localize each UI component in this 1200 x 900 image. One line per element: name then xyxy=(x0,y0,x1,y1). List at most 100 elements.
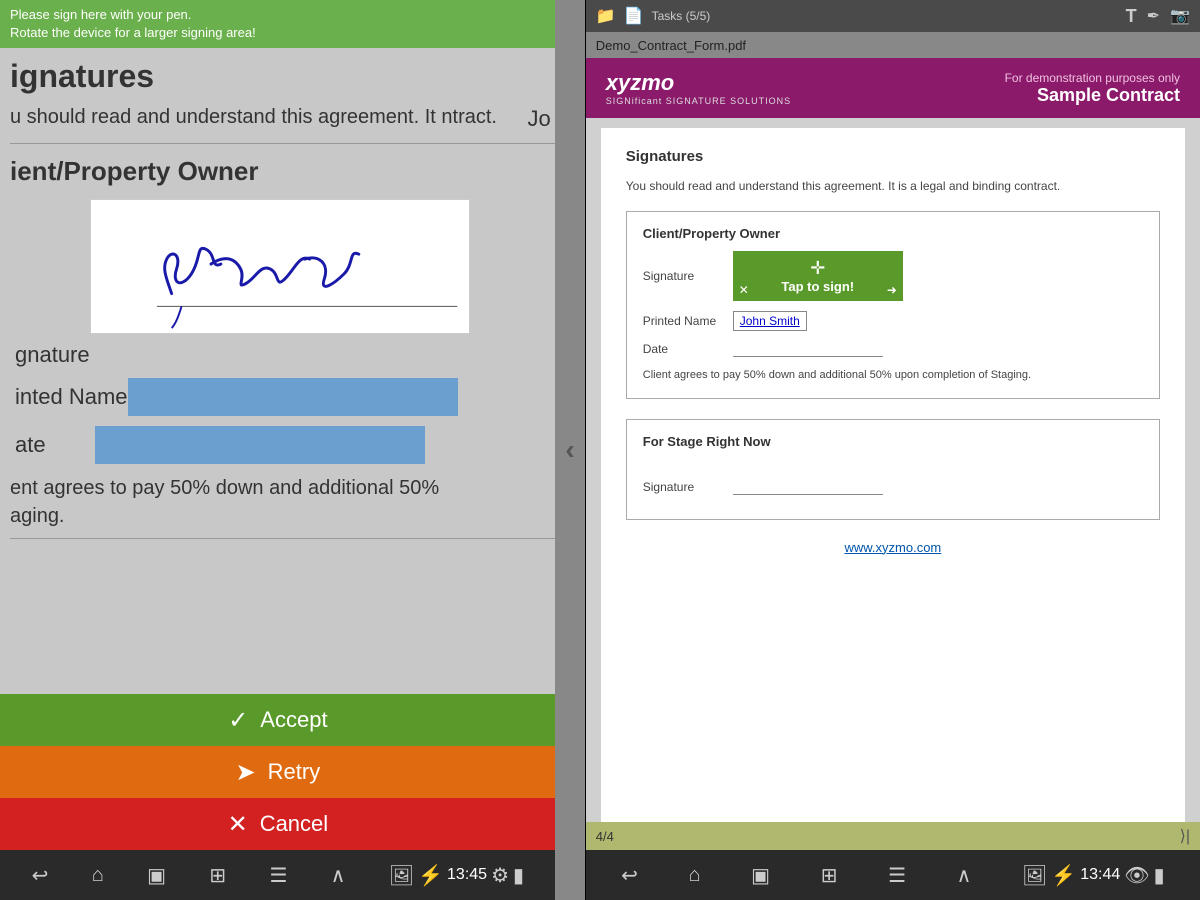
tap-label: Tap to sign! xyxy=(781,279,854,294)
retry-icon: ➤ xyxy=(236,758,256,787)
right-wifi-icon: ⚡ xyxy=(1051,863,1076,888)
left-panel: Please sign here with your pen. Rotate t… xyxy=(0,0,556,900)
left-divider2 xyxy=(10,538,556,539)
right-top-left-area: 📁 📄 Tasks (5/5) xyxy=(596,6,711,26)
checkmark-icon: ✓ xyxy=(228,706,248,735)
chevron-left-icon: ‹ xyxy=(565,434,574,466)
left-divider1 xyxy=(10,143,556,144)
stage-signature-label: Signature xyxy=(643,480,733,494)
left-section-title: ignatures xyxy=(10,58,556,95)
demo-note: For demonstration purposes only xyxy=(1005,71,1180,85)
home-icon[interactable]: ⌂ xyxy=(92,864,104,887)
date-row: Date xyxy=(643,341,1143,357)
window-icon[interactable]: ▣ xyxy=(147,863,166,888)
xyzmo-logo-text: xyzmo xyxy=(606,70,791,96)
close-icon: ✕ xyxy=(739,283,749,297)
left-signature-row: gnature xyxy=(10,342,556,368)
tasks-label: Tasks (5/5) xyxy=(652,9,711,23)
back-icon[interactable]: ↩ xyxy=(32,863,49,888)
panel-separator[interactable]: ‹ xyxy=(555,0,585,900)
stage-signature-line xyxy=(733,479,883,495)
page-indicator: 4/4 xyxy=(596,829,614,844)
left-signature-label: gnature xyxy=(15,342,95,368)
xyzmo-header-right: For demonstration purposes only Sample C… xyxy=(1005,71,1180,106)
signature-row: Signature ✛ Tap to sign! ✕ ➜ xyxy=(643,251,1143,301)
instruction-line2: Rotate the device for a larger signing a… xyxy=(10,24,546,42)
pen-icon: ✒ xyxy=(1147,6,1160,26)
left-action-buttons: ✓ Accept ➤ Retry ✕ Cancel xyxy=(0,694,556,850)
text-icon: T xyxy=(1126,6,1137,27)
client-note: Client agrees to pay 50% down and additi… xyxy=(643,367,1143,384)
left-printed-name-row: inted Name Jo xyxy=(10,378,556,416)
right-clock: 13:44 xyxy=(1080,866,1120,884)
accept-button[interactable]: ✓ Accept xyxy=(0,694,556,746)
left-agreement-text: u should read and understand this agreem… xyxy=(10,103,556,131)
document-icon: 📄 xyxy=(624,6,644,26)
arrow-icon: ➜ xyxy=(887,283,897,297)
doc-bottom-bar: 4/4 ⟩| xyxy=(586,822,1200,850)
date-line xyxy=(733,341,883,357)
jo-preview: Jo xyxy=(528,106,551,132)
xyzmo-header: xyzmo SIGNificant SIGNATURE SOLUTIONS Fo… xyxy=(586,58,1200,118)
doc-signatures-title: Signatures xyxy=(626,148,1160,165)
stage-signature-row: Signature xyxy=(643,479,1143,495)
stage-right-signature-box: For Stage Right Now Signature xyxy=(626,419,1160,520)
right-nav-bar: ↩ ⌂ ▣ ⊞ ☰ ∧ 🖼 ⚡ 13:44 👁 ▮ xyxy=(586,850,1200,900)
xyzmo-logo: xyzmo SIGNificant SIGNATURE SOLUTIONS xyxy=(606,70,791,106)
right-top-bar: 📁 📄 Tasks (5/5) T ✒ 📷 xyxy=(586,0,1200,32)
menu-icon[interactable]: ☰ xyxy=(270,863,288,888)
left-printed-name-label: inted Name xyxy=(15,384,128,410)
left-clock: 13:45 xyxy=(447,866,487,884)
right-window-icon[interactable]: ▣ xyxy=(751,863,770,888)
folder-icon: 📁 xyxy=(596,6,616,26)
filename-text: Demo_Contract_Form.pdf xyxy=(596,38,746,53)
right-nav-status-area: 🖼 ⚡ 13:44 👁 ▮ xyxy=(1022,863,1165,888)
right-battery-icon: ▮ xyxy=(1154,863,1165,888)
stage-right-title: For Stage Right Now xyxy=(643,434,1143,449)
sample-contract-title: Sample Contract xyxy=(1005,85,1180,106)
printed-name-value: John Smith xyxy=(733,311,807,331)
left-printed-name-input[interactable] xyxy=(128,378,458,416)
wifi-icon: ⚡ xyxy=(418,863,443,888)
retry-button[interactable]: ➤ Retry xyxy=(0,746,556,798)
battery-icon: ▮ xyxy=(513,863,524,888)
signature-label: Signature xyxy=(643,269,733,283)
signature-drawing-box xyxy=(90,199,470,334)
instruction-line1: Please sign here with your pen. xyxy=(10,6,546,24)
right-home-icon[interactable]: ⌂ xyxy=(688,864,700,887)
left-nav-bar: ↩ ⌂ ▣ ⊞ ☰ ∧ 🖼 ⚡ 13:45 ⚙ ▮ xyxy=(0,850,556,900)
scroll-right-icon[interactable]: ⟩| xyxy=(1180,826,1190,846)
date-label: Date xyxy=(643,342,733,356)
right-qr-icon[interactable]: ⊞ xyxy=(821,863,838,888)
left-date-row: ate xyxy=(10,426,556,464)
up-icon[interactable]: ∧ xyxy=(331,863,346,888)
right-photo-icon: 🖼 xyxy=(1022,863,1047,888)
move-icon: ✛ xyxy=(810,258,825,279)
left-agreement-bottom: ent agrees to pay 50% down and additiona… xyxy=(10,474,556,530)
photo-icon: 🖼 xyxy=(389,863,414,888)
client-signature-box: Client/Property Owner Signature ✛ Tap to… xyxy=(626,211,1160,399)
qr-icon[interactable]: ⊞ xyxy=(209,863,226,888)
cancel-button[interactable]: ✕ Cancel xyxy=(0,798,556,850)
left-date-input[interactable] xyxy=(95,426,425,464)
left-content-area: ignatures u should read and understand t… xyxy=(0,48,556,694)
right-up-icon[interactable]: ∧ xyxy=(957,863,972,888)
left-date-label: ate xyxy=(15,432,95,458)
right-back-icon[interactable]: ↩ xyxy=(621,863,638,888)
right-eye-icon: 👁 xyxy=(1124,863,1149,888)
document-content[interactable]: xyzmo SIGNificant SIGNATURE SOLUTIONS Fo… xyxy=(586,58,1200,822)
tap-to-sign-button[interactable]: ✛ Tap to sign! ✕ ➜ xyxy=(733,251,903,301)
instruction-bar: Please sign here with your pen. Rotate t… xyxy=(0,0,556,48)
xyzmo-website-link[interactable]: www.xyzmo.com xyxy=(626,540,1160,555)
right-menu-icon[interactable]: ☰ xyxy=(888,863,906,888)
settings-icon: ⚙ xyxy=(491,863,509,888)
nav-status-area: 🖼 ⚡ 13:45 ⚙ ▮ xyxy=(389,863,524,888)
camera-icon: 📷 xyxy=(1170,6,1190,26)
printed-name-label: Printed Name xyxy=(643,314,733,328)
left-owner-title: ient/Property Owner xyxy=(10,156,556,187)
white-document: Signatures You should read and understan… xyxy=(601,128,1185,822)
cancel-icon: ✕ xyxy=(228,810,248,839)
doc-agreement-text: You should read and understand this agre… xyxy=(626,177,1160,195)
client-owner-title: Client/Property Owner xyxy=(643,226,1143,241)
xyzmo-logo-sub: SIGNificant SIGNATURE SOLUTIONS xyxy=(606,96,791,106)
